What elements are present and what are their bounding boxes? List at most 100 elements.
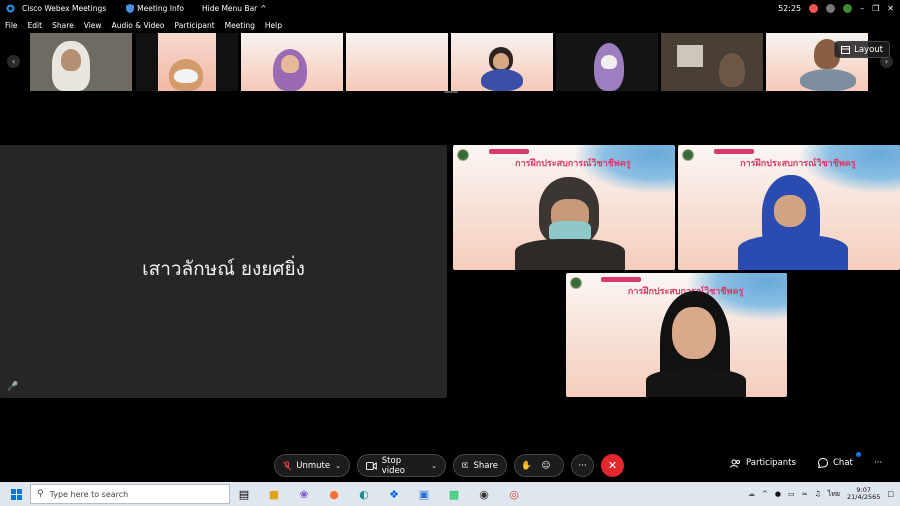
participant-thumbnail[interactable] [451,33,553,91]
wifi-icon[interactable]: ≈ [802,490,808,498]
menu-participant[interactable]: Participant [175,21,215,30]
share-label: Share [473,460,498,471]
slide-title: การฝึกประสบการณ์วิชาชีพครู [740,159,856,170]
participant-thumbnail[interactable] [346,33,448,91]
unmute-label: Unmute [296,460,331,471]
search-icon: ⚲ [37,489,44,499]
window-titlebar: Cisco Webex Meetings Meeting Info Hide M… [0,0,900,17]
active-speaker-tile[interactable]: เสาวลักษณ์ ยงยศยิ่ง 🎤 [0,145,447,398]
chrome-icon[interactable]: ◎ [506,486,522,502]
participant-thumbnail[interactable] [661,33,763,91]
meeting-info-label: Meeting Info [137,4,184,13]
app-title: Cisco Webex Meetings [22,4,107,13]
video-tile[interactable]: การฝึกประสบการณ์วิชาชีพครู [566,273,787,397]
chevron-up-icon[interactable]: ^ [762,490,768,498]
university-logo [682,148,695,161]
language-indicator[interactable]: ไทย [828,489,840,500]
minimize-icon[interactable]: – [860,4,864,13]
chevron-down-icon[interactable]: ⌄ [335,462,341,470]
hide-menu-bar-button[interactable]: Hide Menu Bar ^ [202,4,267,13]
mic-off-icon [283,460,292,470]
layout-icon [841,45,851,54]
layout-button[interactable]: Layout [834,41,890,58]
university-logo [457,148,470,161]
emoji-icon[interactable]: ☺ [542,461,551,471]
chat-icon [818,458,828,468]
hide-menu-bar-label: Hide Menu Bar [201,4,258,13]
menu-audio-video[interactable]: Audio & Video [112,21,165,30]
end-meeting-button[interactable]: ✕ [601,454,624,477]
menu-help[interactable]: Help [265,21,282,30]
participants-label: Participants [746,458,796,468]
layout-label: Layout [854,44,883,55]
video-tile[interactable]: การฝึกประสบการณ์วิชาชีพครู [453,145,675,270]
titlebar-right: 52:25 – ❐ ✕ [778,0,894,17]
participant-thumbnail[interactable] [136,33,238,91]
webex-logo-icon [6,4,15,13]
raise-hand-icon[interactable]: ✋ [521,461,532,471]
meeting-info-button[interactable]: Meeting Info [126,4,184,13]
participant-thumbnail[interactable] [556,33,658,91]
muted-mic-icon: 🎤 [7,382,19,392]
video-camera-icon [366,461,377,470]
close-icon: ✕ [607,459,618,472]
participants-icon [730,459,740,468]
edge-icon[interactable]: ◐ [356,486,372,502]
share-screen-icon [462,462,469,468]
participant-thumbnail[interactable] [30,33,132,91]
windows-start-icon[interactable] [8,486,24,502]
chat-label: Chat [833,458,853,468]
share-button[interactable]: Share [453,454,507,477]
participants-button[interactable]: Participants [730,458,796,468]
chat-button[interactable]: Chat [818,452,861,468]
close-icon[interactable]: ✕ [887,4,894,13]
notifications-icon[interactable]: □ [887,490,894,498]
more-options-button[interactable]: ··· [571,454,594,477]
chat-notification-dot [856,452,861,457]
more-icon: ··· [578,460,587,471]
webex-icon[interactable]: ◉ [476,486,492,502]
self-avatar[interactable] [826,4,836,13]
dropbox-icon[interactable]: ❖ [386,486,402,502]
slide-tag [601,276,642,282]
volume-icon[interactable]: ♫ [815,490,821,498]
more-panels-button[interactable]: ··· [874,458,882,468]
strip-left-arrow[interactable]: ‹ [7,55,20,68]
menu-share[interactable]: Share [52,21,74,30]
file-explorer-icon[interactable]: ■ [266,486,282,502]
shield-icon [126,4,135,13]
taskbar-search[interactable]: ⚲ Type here to search [30,484,230,504]
menu-view[interactable]: View [84,21,102,30]
restore-icon[interactable]: ❐ [872,4,879,13]
unmute-button[interactable]: Unmute ⌄ [274,454,350,477]
menu-file[interactable]: File [5,21,18,30]
stop-video-button[interactable]: Stop video ⌄ [357,454,446,477]
search-placeholder: Type here to search [49,489,129,499]
photos-icon[interactable]: ▣ [416,486,432,502]
chevron-down-icon[interactable]: ⌄ [431,462,437,470]
app-title-group: Cisco Webex Meetings [6,4,106,13]
participant-name: เสาวลักษณ์ ยงยศยิ่ง [142,258,305,280]
reactions-group: ✋ ☺ [514,454,564,477]
video-tile[interactable]: การฝึกประสบการณ์วิชาชีพครู [678,145,900,270]
windows-taskbar: ⚲ Type here to search ▤ ■ ❀ ● ◐ ❖ ▣ ▩ ◉ … [0,482,900,506]
participant-thumbnail[interactable] [241,33,343,91]
stop-video-label: Stop video [381,455,405,476]
network-icon[interactable]: ▭ [788,490,795,498]
cloud-icon[interactable]: ☁ [748,490,755,498]
menu-edit[interactable]: Edit [28,21,43,30]
university-logo [570,276,583,289]
meeting-controls: Unmute ⌄ Stop video ⌄ Share ✋ ☺ ··· ✕ Pa… [0,450,900,480]
microphone-icon[interactable]: ● [775,490,781,498]
taskbar-clock[interactable]: 9:07 21/4/2565 [847,486,880,502]
line-icon[interactable]: ▩ [446,486,462,502]
menu-meeting[interactable]: Meeting [225,21,255,30]
strip-resize-handle[interactable] [444,91,458,93]
more-icon: ··· [874,458,883,468]
slide-title: การฝึกประสบการณ์วิชาชีพครู [515,159,631,170]
system-tray: ☁ ^ ● ▭ ≈ ♫ ไทย 9:07 21/4/2565 □ [748,482,894,506]
paint-icon[interactable]: ❀ [296,486,312,502]
chevron-up-icon: ^ [260,4,267,13]
firefox-icon[interactable]: ● [326,486,342,502]
task-view-icon[interactable]: ▤ [236,486,252,502]
